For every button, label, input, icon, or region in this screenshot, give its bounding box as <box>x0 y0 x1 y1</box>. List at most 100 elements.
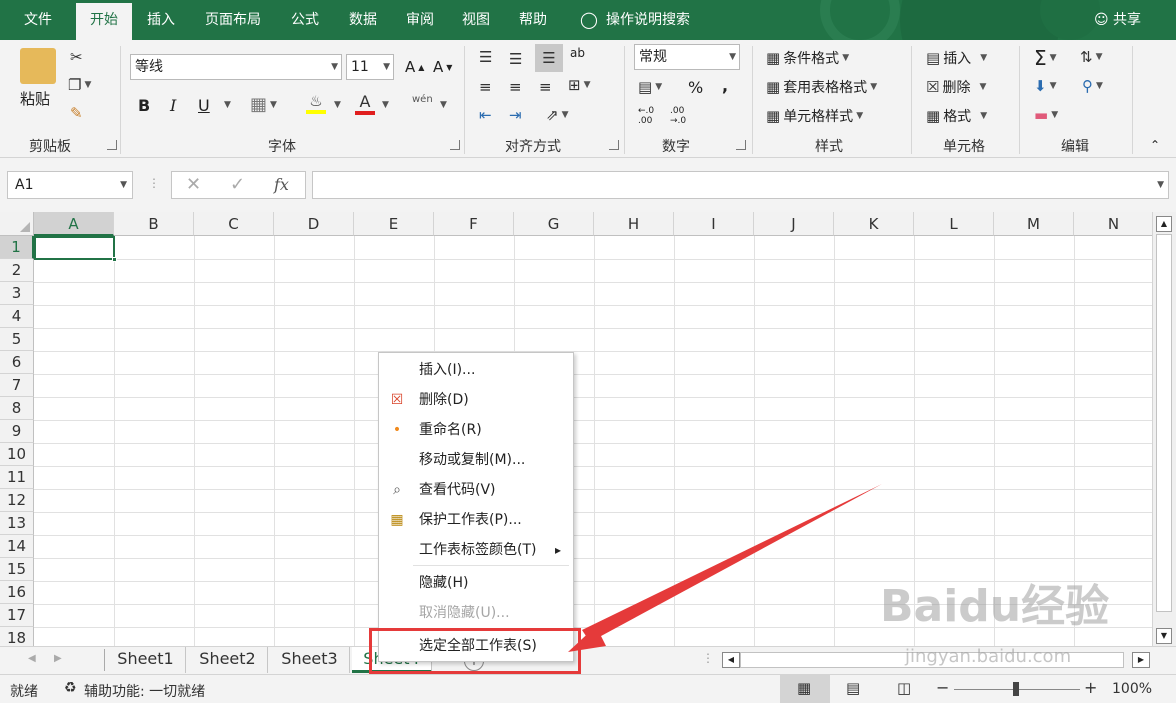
column-header[interactable]: M <box>994 212 1074 236</box>
scroll-thumb[interactable] <box>1156 234 1172 612</box>
row-header[interactable]: 1 <box>0 236 34 259</box>
phonetic-dropdown[interactable]: ▼ <box>440 100 447 110</box>
orientation-button[interactable]: ⇗ ▼ <box>546 106 569 124</box>
fill-color-dropdown[interactable]: ▼ <box>334 100 341 110</box>
zoom-level[interactable]: 100% <box>1112 681 1152 697</box>
column-header[interactable]: L <box>914 212 994 236</box>
active-cell[interactable] <box>34 236 115 260</box>
wrap-text-button[interactable]: ab <box>570 46 585 60</box>
row-header[interactable]: 6 <box>0 351 34 374</box>
tell-me-search[interactable]: 操作说明搜索 <box>606 0 710 40</box>
decrease-decimal-icon[interactable]: .00 →.0 <box>670 106 686 126</box>
conditional-formatting-button[interactable]: ▦ 条件格式 ▼ <box>766 48 849 68</box>
align-left-icon[interactable]: ≡ <box>479 78 492 96</box>
number-format-select[interactable]: 常规 ▼ <box>634 44 740 70</box>
row-header[interactable]: 16 <box>0 581 34 604</box>
row-header[interactable]: 11 <box>0 466 34 489</box>
tab-help[interactable]: 帮助 <box>506 0 560 40</box>
font-color-dropdown[interactable]: ▼ <box>382 100 389 110</box>
menu-item[interactable]: ⌕ 查看代码(V) <box>379 475 573 505</box>
row-header[interactable]: 2 <box>0 259 34 282</box>
column-header[interactable]: C <box>194 212 274 236</box>
format-as-table-button[interactable]: ▦ 套用表格格式 ▼ <box>766 77 877 97</box>
menu-item[interactable]: 移动或复制(M)... <box>379 445 573 475</box>
alignment-launcher-icon[interactable] <box>609 140 619 150</box>
accessibility-status[interactable]: 辅助功能: 一切就绪 <box>84 681 205 701</box>
column-header[interactable]: G <box>514 212 594 236</box>
row-header[interactable]: 8 <box>0 397 34 420</box>
insert-cells-button[interactable]: ▤ 插入 ▼ <box>926 48 987 68</box>
comma-button[interactable]: , <box>722 76 728 95</box>
row-header[interactable]: 18 <box>0 627 34 646</box>
tab-file[interactable]: 文件 <box>10 0 66 40</box>
menu-item[interactable]: 插入(I)... <box>379 355 573 385</box>
italic-button[interactable]: I <box>170 96 176 115</box>
bold-button[interactable]: B <box>138 96 150 115</box>
fill-color-button[interactable]: ♨ <box>306 92 326 114</box>
align-middle-icon[interactable]: ☰ <box>509 50 522 68</box>
format-painter-icon[interactable]: ✎ <box>70 104 83 122</box>
normal-view-button[interactable]: ▦ <box>780 675 830 703</box>
decrease-indent-icon[interactable]: ⇤ <box>479 106 492 124</box>
column-header[interactable]: I <box>674 212 754 236</box>
row-header[interactable]: 7 <box>0 374 34 397</box>
menu-item[interactable]: 工作表标签颜色(T) ▸ <box>379 535 573 565</box>
enter-icon[interactable]: ✓ <box>230 174 245 195</box>
clear-button[interactable]: ▬ ▼ <box>1034 106 1058 124</box>
accounting-format-button[interactable]: ▤ ▼ <box>638 78 662 96</box>
tab-data[interactable]: 数据 <box>336 0 390 40</box>
sheet-tab-1[interactable]: Sheet1 <box>106 647 186 673</box>
phonetic-guide-button[interactable]: wén <box>412 94 433 105</box>
menu-item[interactable]: • 重命名(R) <box>379 415 573 445</box>
shrink-font-button[interactable]: A ▼ <box>433 58 452 76</box>
collapse-ribbon-icon[interactable]: ⌃ <box>1150 138 1160 152</box>
row-header[interactable]: 14 <box>0 535 34 558</box>
zoom-slider-thumb[interactable] <box>1013 682 1019 696</box>
menu-item[interactable]: 隐藏(H) <box>379 568 573 598</box>
insert-function-button[interactable]: fx <box>274 175 289 194</box>
scroll-down-icon[interactable]: ▼ <box>1156 628 1172 644</box>
grow-font-button[interactable]: A ▲ <box>405 58 424 76</box>
name-box[interactable]: A1 ▼ <box>7 171 133 199</box>
scroll-up-icon[interactable]: ▲ <box>1156 216 1172 232</box>
tab-view[interactable]: 视图 <box>449 0 503 40</box>
row-header[interactable]: 4 <box>0 305 34 328</box>
font-launcher-icon[interactable] <box>450 140 460 150</box>
select-all-corner[interactable] <box>0 212 34 236</box>
page-break-view-icon[interactable]: ◫ <box>897 679 911 697</box>
increase-decimal-icon[interactable]: ←.0.00 <box>638 106 654 126</box>
column-header[interactable]: B <box>114 212 194 236</box>
cell-styles-button[interactable]: ▦ 单元格样式 ▼ <box>766 106 863 126</box>
underline-dropdown[interactable]: ▼ <box>224 100 231 110</box>
clipboard-launcher-icon[interactable] <box>107 140 117 150</box>
merge-center-button[interactable]: ⊞ ▼ <box>568 76 591 94</box>
row-header[interactable]: 3 <box>0 282 34 305</box>
tab-home[interactable]: 开始 <box>76 3 132 40</box>
sheet-tab-3[interactable]: Sheet3 <box>270 647 350 673</box>
column-header[interactable]: E <box>354 212 434 236</box>
menu-item[interactable]: ▦ 保护工作表(P)... <box>379 505 573 535</box>
column-header[interactable]: K <box>834 212 914 236</box>
delete-cells-button[interactable]: ☒ 删除 ▼ <box>926 77 986 97</box>
number-launcher-icon[interactable] <box>736 140 746 150</box>
font-size-select[interactable]: 11 ▼ <box>346 54 394 80</box>
cancel-icon[interactable]: ✕ <box>186 174 201 195</box>
fill-button[interactable]: ⬇ ▼ <box>1034 77 1057 95</box>
sheet-tab-2[interactable]: Sheet2 <box>188 647 268 673</box>
column-header[interactable]: H <box>594 212 674 236</box>
align-right-icon[interactable]: ≡ <box>539 78 552 96</box>
find-select-button[interactable]: ⚲ ▼ <box>1082 77 1103 95</box>
column-header[interactable]: N <box>1074 212 1152 236</box>
sort-filter-button[interactable]: ⇅ ▼ <box>1080 48 1103 66</box>
font-color-button[interactable]: A <box>355 92 375 115</box>
align-bottom-icon[interactable]: ☰ <box>535 44 563 72</box>
row-header[interactable]: 5 <box>0 328 34 351</box>
column-header[interactable]: F <box>434 212 514 236</box>
share-button[interactable]: ☺ 共享 <box>1094 0 1141 40</box>
zoom-in-icon[interactable]: + <box>1084 678 1097 697</box>
vertical-scrollbar[interactable]: ▲ ▼ <box>1152 212 1176 646</box>
row-header[interactable]: 10 <box>0 443 34 466</box>
menu-item[interactable]: ☒ 删除(D) <box>379 385 573 415</box>
zoom-out-icon[interactable]: − <box>936 678 949 697</box>
row-header[interactable]: 9 <box>0 420 34 443</box>
